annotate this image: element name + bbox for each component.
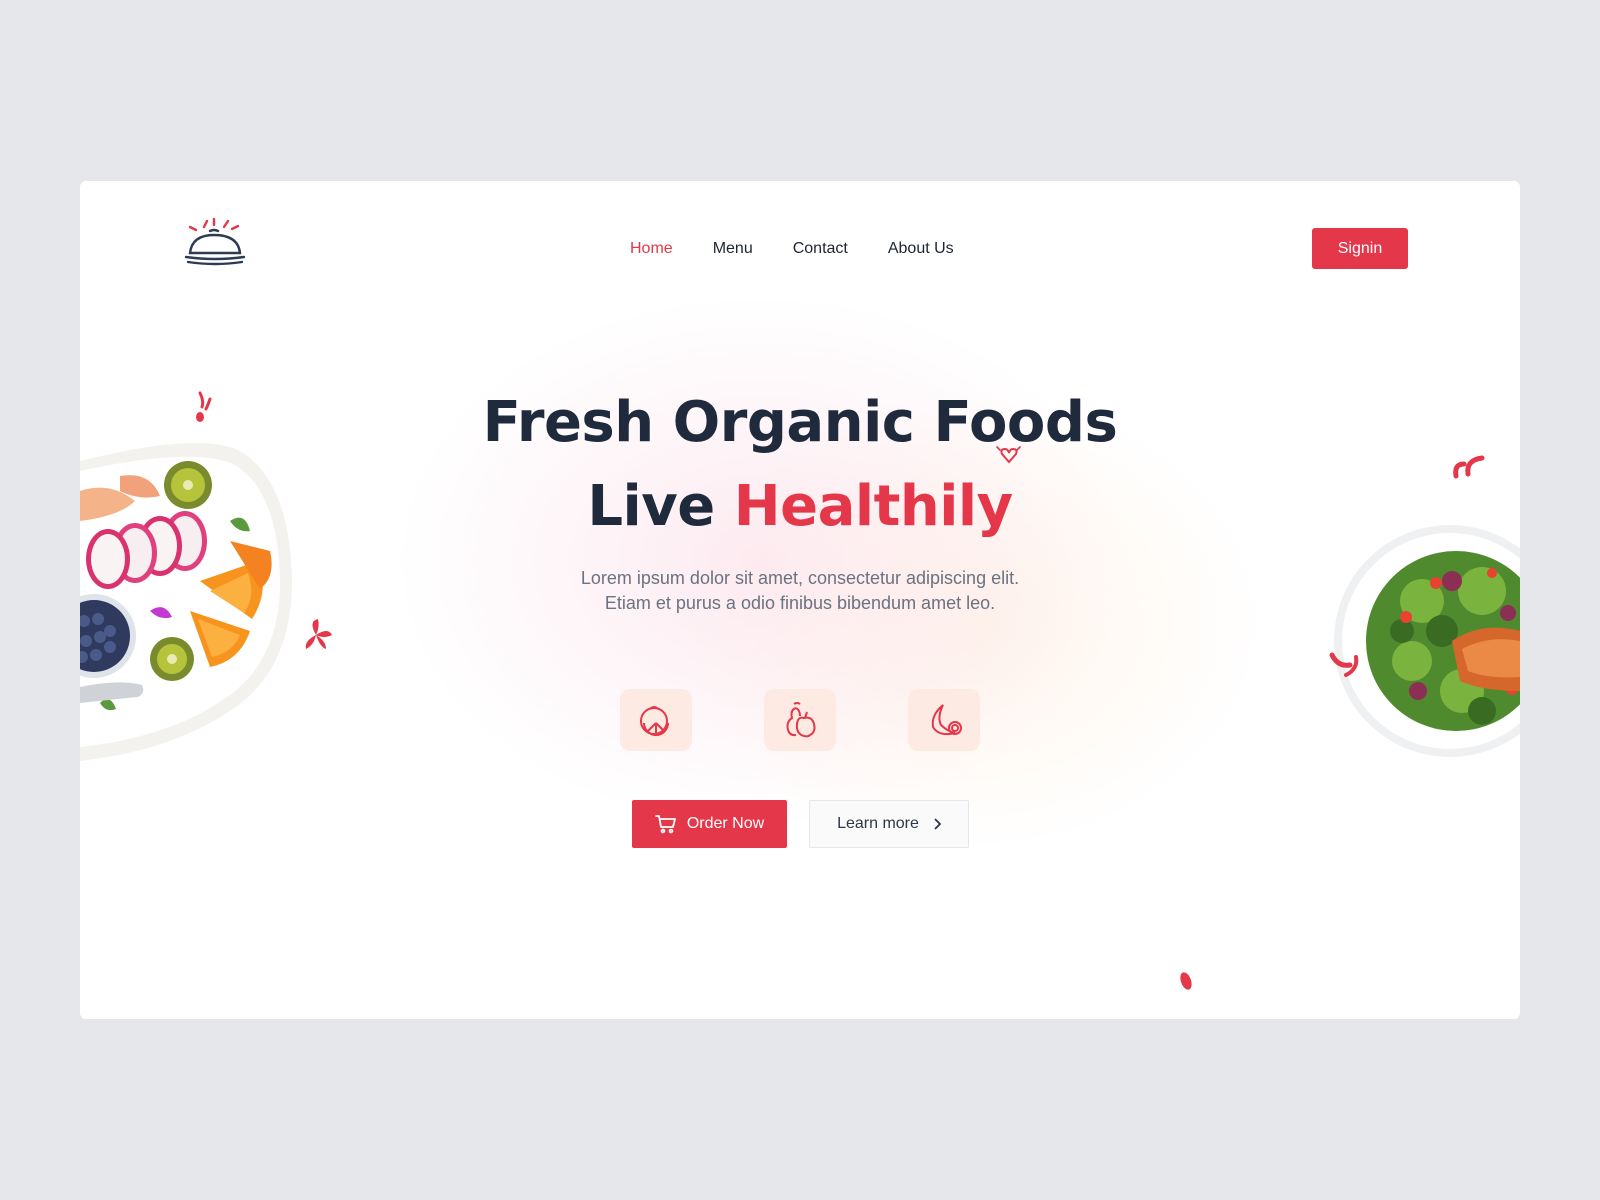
learn-more-label: Learn more: [837, 815, 919, 832]
headline-line-2-accent: Healthily: [733, 474, 1013, 539]
cart-icon: [654, 815, 676, 834]
signin-button[interactable]: Signin: [1312, 228, 1408, 269]
leaf-doodle-icon: [305, 619, 332, 649]
main-nav: Home Menu Contact About Us: [630, 239, 954, 259]
feature-icons-row: [620, 689, 980, 751]
swirl-doodle-icon: [1453, 455, 1485, 479]
citrus-icon: [640, 706, 669, 736]
heart-doodle-icon: [996, 446, 1021, 464]
headline-line-2-plain: Live: [587, 474, 734, 539]
nav-menu[interactable]: Menu: [713, 239, 753, 259]
pear-apple-icon: [786, 702, 816, 738]
nav-about-us[interactable]: About Us: [888, 239, 954, 259]
order-now-button[interactable]: Order Now: [632, 800, 787, 848]
curve-doodle-icon: [1329, 652, 1359, 677]
subtitle-line-2: Etiam et purus a odio finibus bibendum a…: [604, 593, 996, 613]
salad-plate-image: [1334, 525, 1520, 757]
subtitle-line-1: Lorem ipsum dolor sit amet, consectetur …: [580, 568, 1020, 588]
feature-tile-banana[interactable]: [908, 689, 980, 751]
feature-tile-fruits[interactable]: [764, 689, 836, 751]
feature-tile-citrus[interactable]: [620, 689, 692, 751]
hero-card: Home Menu Contact About Us Signin Fresh …: [80, 181, 1520, 1019]
banana-icon: [931, 704, 962, 736]
drop-doodle-icon: [1180, 972, 1192, 990]
chevron-right-icon: [934, 818, 941, 830]
nav-contact[interactable]: Contact: [793, 239, 848, 259]
cloche-logo-icon[interactable]: [182, 217, 248, 269]
learn-more-button[interactable]: Learn more: [809, 800, 969, 848]
order-now-label: Order Now: [686, 815, 765, 832]
nav-home[interactable]: Home: [630, 239, 673, 259]
sprout-doodle-icon: [196, 391, 212, 422]
fruit-plate-image: [80, 443, 292, 761]
